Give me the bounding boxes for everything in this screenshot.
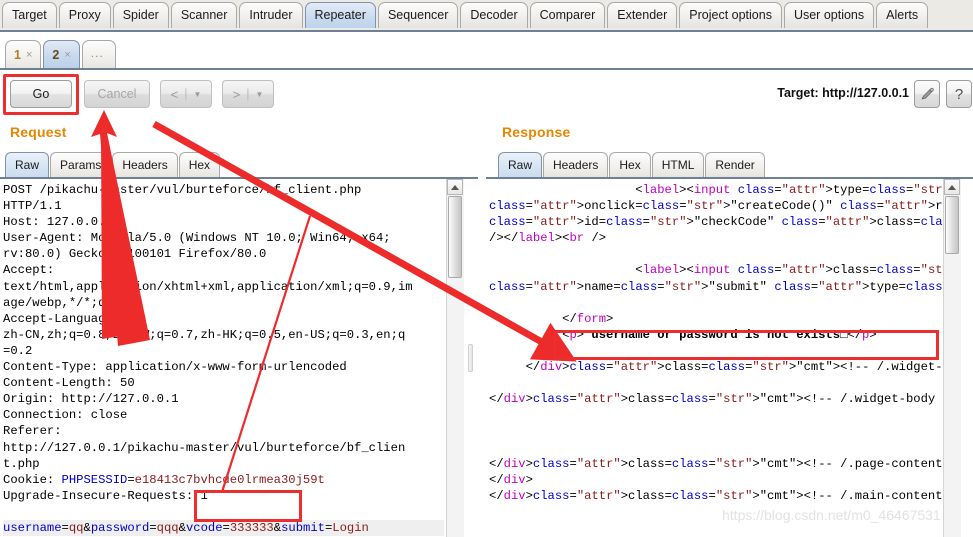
scrollbar-thumb[interactable] [448, 196, 462, 278]
request-tab-params[interactable]: Params [50, 152, 112, 177]
request-title: Request [10, 124, 67, 140]
repeater-tab-strip: 1 × 2 ×... [5, 40, 118, 68]
request-vertical-scrollbar[interactable] [446, 179, 464, 537]
scroll-up-arrow-icon[interactable] [447, 179, 463, 195]
chevron-right-icon: > [232, 86, 241, 102]
edit-target-button[interactable] [914, 80, 940, 108]
repeater-tab-2[interactable]: 2 × [43, 40, 80, 68]
pencil-icon [921, 87, 934, 100]
repeater-tab-label: 1 [14, 47, 21, 62]
main-tab-bar: Target Proxy Spider Scanner Intruder Repeater… [0, 0, 973, 32]
repeater-tab-new[interactable]: ... [81, 40, 116, 68]
close-icon[interactable]: × [64, 49, 70, 61]
main-tab-user-options[interactable]: User options [783, 2, 875, 28]
repeater-tab-label: 2 [52, 47, 60, 62]
response-title: Response [502, 124, 571, 140]
main-tab-proxy[interactable]: Proxy [58, 2, 111, 28]
request-tab-raw[interactable]: Raw [5, 152, 50, 177]
scrollbar-thumb[interactable] [945, 196, 959, 254]
request-pane: Request Raw Params Headers Hex POST /pikach… [0, 124, 478, 537]
response-tab-raw[interactable]: Raw [498, 152, 543, 177]
back-button[interactable]: < | ▼ [160, 80, 212, 108]
main-tab-extender[interactable]: Extender [607, 2, 678, 28]
question-mark-icon: ? [954, 85, 964, 103]
response-tab-headers[interactable]: Headers [543, 152, 609, 177]
request-tab-headers[interactable]: Headers [112, 152, 178, 177]
request-editor-wrapper: POST /pikachu-master/vul/burteforce/bf_c… [0, 177, 478, 537]
chevron-down-icon: ▼ [255, 89, 264, 99]
help-button[interactable]: ? [946, 80, 972, 108]
response-tab-strip: Raw Headers Hex HTML Render [498, 152, 766, 177]
request-tab-strip: Raw Params Headers Hex [5, 152, 221, 177]
main-tab-spider[interactable]: Spider [112, 2, 169, 28]
main-tab-sequencer[interactable]: Sequencer [377, 2, 459, 28]
close-icon[interactable]: × [26, 49, 32, 61]
main-tab-project-options[interactable]: Project options [679, 2, 782, 28]
main-tab-scanner[interactable]: Scanner [170, 2, 238, 28]
request-tab-hex[interactable]: Hex [178, 152, 221, 177]
main-tab-intruder[interactable]: Intruder [239, 2, 303, 28]
response-raw-editor[interactable]: <label><input class="attr">type=class="s… [486, 179, 943, 537]
response-tab-render[interactable]: Render [705, 152, 765, 177]
main-tab-repeater[interactable]: Repeater [304, 2, 376, 28]
cancel-button[interactable]: Cancel [84, 80, 150, 108]
response-tab-hex[interactable]: Hex [609, 152, 651, 177]
burp-suite-window: Target Proxy Spider Scanner Intruder Repeater… [0, 0, 973, 537]
chevron-down-icon: ▼ [193, 89, 202, 99]
main-tab-decoder[interactable]: Decoder [460, 2, 528, 28]
separator: | [246, 87, 250, 101]
chevron-left-icon: < [170, 86, 179, 102]
repeater-tab-bar: 1 × 2 ×... [0, 32, 973, 70]
main-tab-target[interactable]: Target [2, 2, 57, 28]
request-raw-editor[interactable]: POST /pikachu-master/vul/burteforce/bf_c… [0, 179, 446, 537]
scroll-up-arrow-icon[interactable] [944, 179, 960, 195]
repeater-tab-label: ... [90, 45, 104, 60]
separator: | [184, 87, 188, 101]
main-tab-comparer[interactable]: Comparer [529, 2, 606, 28]
repeater-action-bar: Go Cancel < | ▼ > | ▼ Target: http://127… [0, 70, 973, 120]
pane-splitter[interactable] [464, 179, 478, 537]
repeater-tab-1[interactable]: 1 × [5, 40, 42, 68]
forward-button[interactable]: > | ▼ [222, 80, 274, 108]
main-tab-strip: Target Proxy Spider Scanner Intruder Repeater… [2, 2, 930, 28]
go-button[interactable]: Go [10, 80, 72, 108]
response-pane: Response Raw Headers Hex HTML Render <label>… [486, 124, 973, 537]
main-tab-alerts[interactable]: Alerts [876, 2, 929, 28]
response-vertical-scrollbar[interactable] [943, 179, 961, 537]
target-label: Target: http://127.0.0.1 [777, 86, 909, 100]
response-tab-html[interactable]: HTML [651, 152, 705, 177]
splitter-grip[interactable] [468, 344, 473, 372]
response-editor-wrapper: <label><input class="attr">type=class="s… [486, 177, 973, 537]
